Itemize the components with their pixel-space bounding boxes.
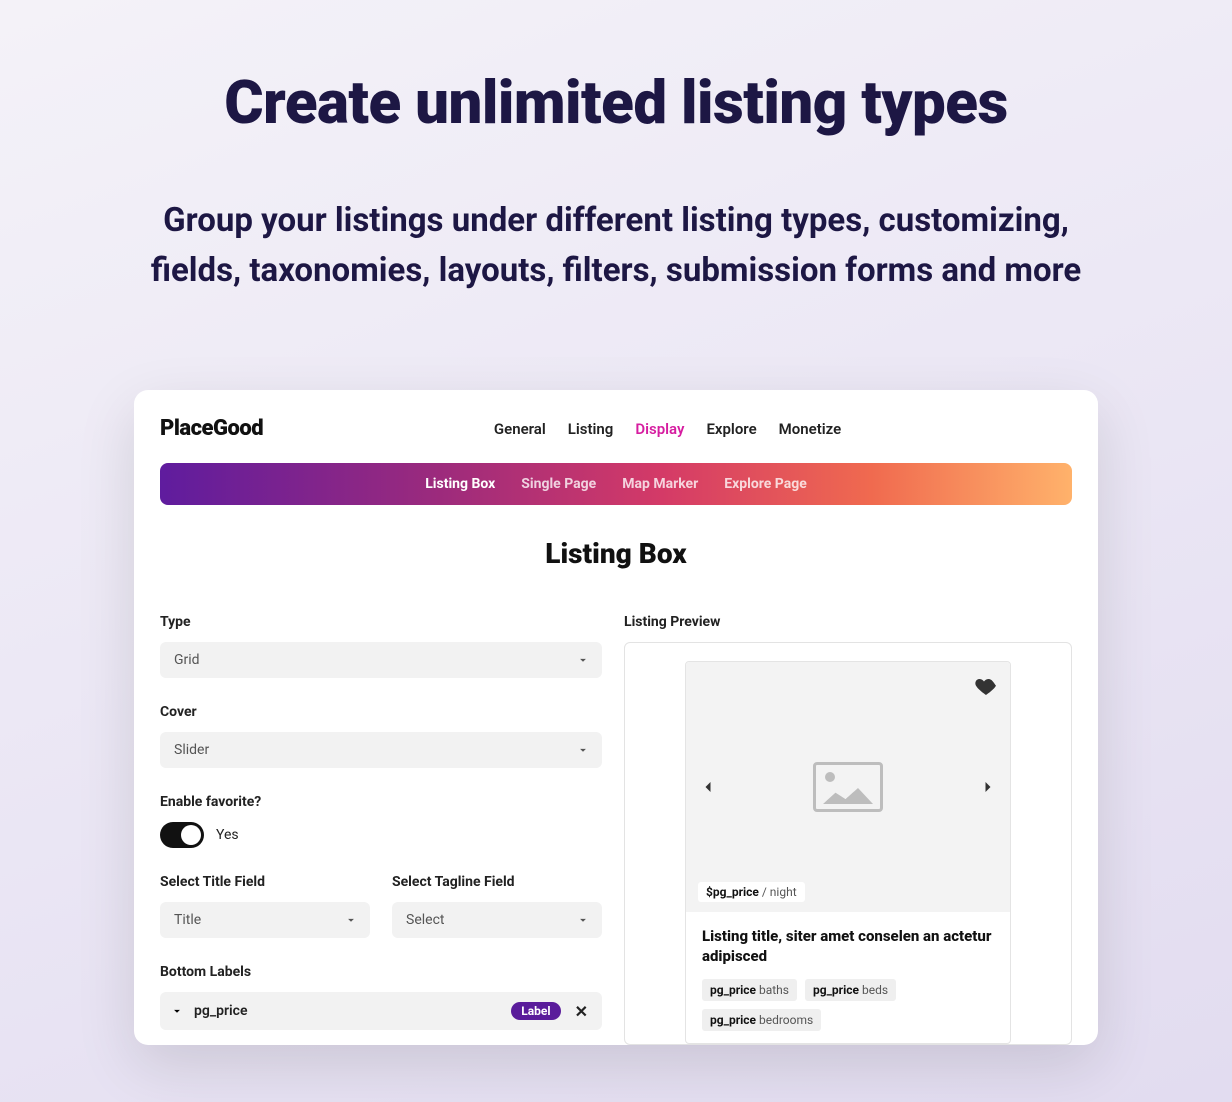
chevron-down-icon — [344, 913, 358, 927]
chevron-down-icon — [170, 1004, 184, 1018]
tag-key: pg_price — [813, 983, 859, 997]
type-select[interactable]: Grid — [160, 642, 602, 678]
tag: pg_price bedrooms — [702, 1009, 821, 1031]
bottom-label-badge: Label — [511, 1002, 560, 1020]
preview-label: Listing Preview — [624, 614, 1072, 630]
type-value: Grid — [174, 652, 200, 668]
subnav-map-marker[interactable]: Map Marker — [622, 476, 698, 492]
top-nav: General Listing Display Explore Monetize — [263, 420, 1072, 438]
nav-listing[interactable]: Listing — [568, 420, 614, 438]
image-placeholder-icon — [813, 762, 883, 812]
chevron-down-icon — [576, 653, 590, 667]
title-field-value: Title — [174, 912, 201, 928]
tagline-field-label: Select Tagline Field — [392, 874, 602, 890]
preview-box: $pg_price / night Listing title, siter a… — [624, 642, 1072, 1045]
bottom-label-name: pg_price — [194, 1003, 501, 1019]
tagline-field-select[interactable]: Select — [392, 902, 602, 938]
price-suffix: / night — [759, 885, 797, 899]
tag-key: pg_price — [710, 1013, 756, 1027]
title-field-label: Select Title Field — [160, 874, 370, 890]
favorite-toggle[interactable] — [160, 822, 204, 848]
favorite-value: Yes — [216, 827, 239, 843]
chevron-down-icon — [576, 913, 590, 927]
tagline-field-value: Select — [406, 912, 444, 928]
app-panel: PlaceGood General Listing Display Explor… — [134, 390, 1098, 1045]
subnav-listing-box[interactable]: Listing Box — [425, 476, 495, 492]
section-title: Listing Box — [160, 537, 1072, 570]
card-tags: pg_price baths pg_price beds pg_price be… — [702, 979, 994, 1031]
card-title: Listing title, siter amet conselen an ac… — [702, 926, 994, 967]
nav-display[interactable]: Display — [635, 420, 684, 438]
logo: PlaceGood — [160, 416, 263, 441]
tag: pg_price beds — [805, 979, 896, 1001]
nav-monetize[interactable]: Monetize — [779, 420, 842, 438]
nav-explore[interactable]: Explore — [706, 420, 756, 438]
subnav-single-page[interactable]: Single Page — [521, 476, 596, 492]
favorite-label: Enable favorite? — [160, 794, 602, 810]
tag: pg_price baths — [702, 979, 797, 1001]
tag-suffix: beds — [859, 983, 888, 997]
nav-general[interactable]: General — [494, 420, 546, 438]
chevron-right-icon[interactable] — [978, 777, 998, 797]
tag-suffix: bedrooms — [756, 1013, 813, 1027]
price-key: $pg_price — [706, 885, 759, 899]
sub-nav: Listing Box Single Page Map Marker Explo… — [160, 463, 1072, 505]
cover-select[interactable]: Slider — [160, 732, 602, 768]
listing-card: $pg_price / night Listing title, siter a… — [685, 661, 1011, 1044]
subnav-explore-page[interactable]: Explore Page — [724, 476, 807, 492]
chevron-down-icon — [576, 743, 590, 757]
hero-subtitle: Group your listings under different list… — [136, 196, 1096, 295]
bottom-labels-label: Bottom Labels — [160, 964, 602, 980]
cover-value: Slider — [174, 742, 209, 758]
type-label: Type — [160, 614, 602, 630]
title-field-select[interactable]: Title — [160, 902, 370, 938]
price-tag: $pg_price / night — [698, 882, 805, 902]
remove-icon[interactable]: ✕ — [571, 1002, 592, 1021]
tag-suffix: baths — [756, 983, 789, 997]
bottom-label-item[interactable]: pg_price Label ✕ — [160, 992, 602, 1030]
card-image-area: $pg_price / night — [686, 662, 1010, 912]
hero-title: Create unlimited listing types — [0, 70, 1232, 136]
heart-icon[interactable] — [974, 674, 998, 698]
cover-label: Cover — [160, 704, 602, 720]
chevron-left-icon[interactable] — [698, 777, 718, 797]
tag-key: pg_price — [710, 983, 756, 997]
